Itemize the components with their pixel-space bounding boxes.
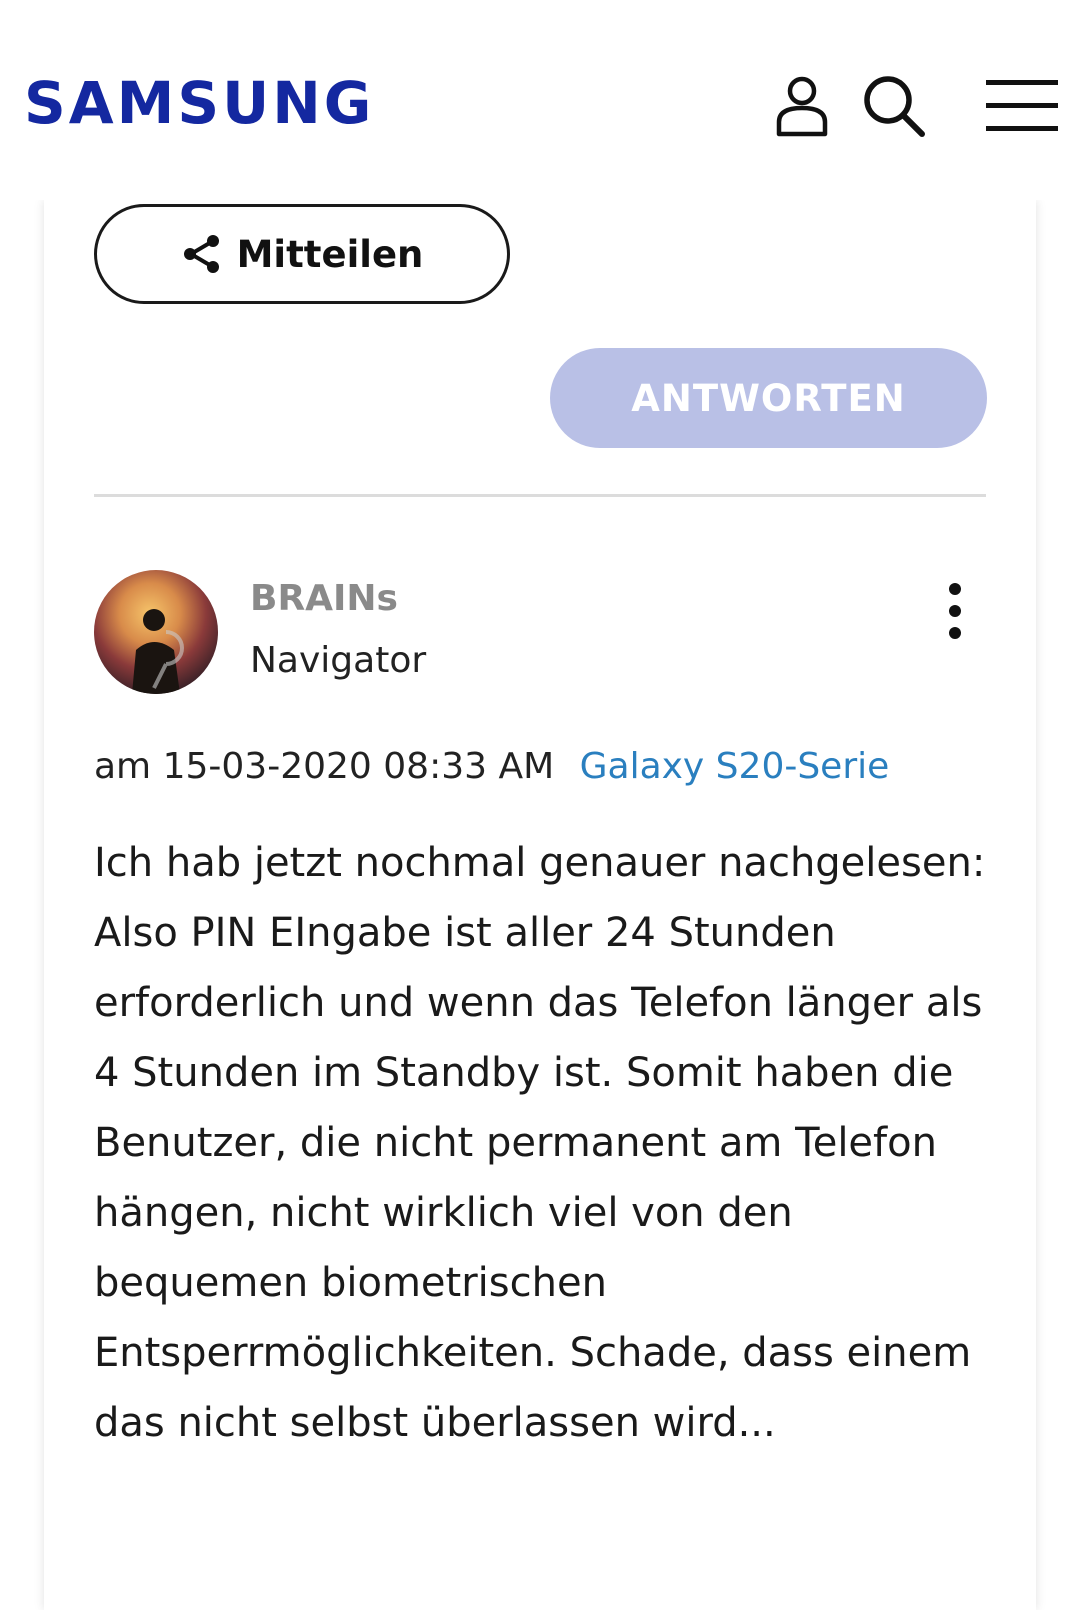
divider <box>94 494 986 497</box>
date-prefix: am <box>94 746 152 787</box>
author-rank: Navigator <box>250 640 427 681</box>
post-body: Ich hab jetzt nochmal genauer nachgelese… <box>94 828 994 1458</box>
user-icon[interactable] <box>762 66 842 146</box>
reply-label: ANTWORTEN <box>631 376 906 420</box>
post-date: 15-03-2020 <box>162 746 372 787</box>
samsung-logo[interactable]: SAMSUNG <box>24 68 374 138</box>
post-time: 08:33 AM <box>383 746 555 787</box>
share-label: Mitteilen <box>236 232 424 276</box>
share-button[interactable]: Mitteilen <box>94 204 510 304</box>
more-options-icon[interactable] <box>930 576 980 646</box>
share-icon <box>183 235 219 273</box>
post-meta: am 15-03-2020 08:33 AM Galaxy S20-Serie <box>94 746 889 787</box>
page: SAMSUNG Mitteilen ANTWORTEN BRAINs Navig… <box>0 0 1080 1610</box>
reply-button[interactable]: ANTWORTEN <box>550 348 987 448</box>
board-link[interactable]: Galaxy S20-Serie <box>580 746 890 787</box>
post-card: Mitteilen ANTWORTEN BRAINs Navigator am … <box>44 200 1036 1610</box>
search-icon[interactable] <box>854 66 934 146</box>
hamburger-menu-icon[interactable] <box>980 66 1064 146</box>
site-header: SAMSUNG <box>0 0 1080 200</box>
author-name[interactable]: BRAINs <box>250 578 398 619</box>
post-body-text: Ich hab jetzt nochmal genauer nachgelese… <box>94 840 986 1446</box>
avatar[interactable] <box>94 570 218 694</box>
